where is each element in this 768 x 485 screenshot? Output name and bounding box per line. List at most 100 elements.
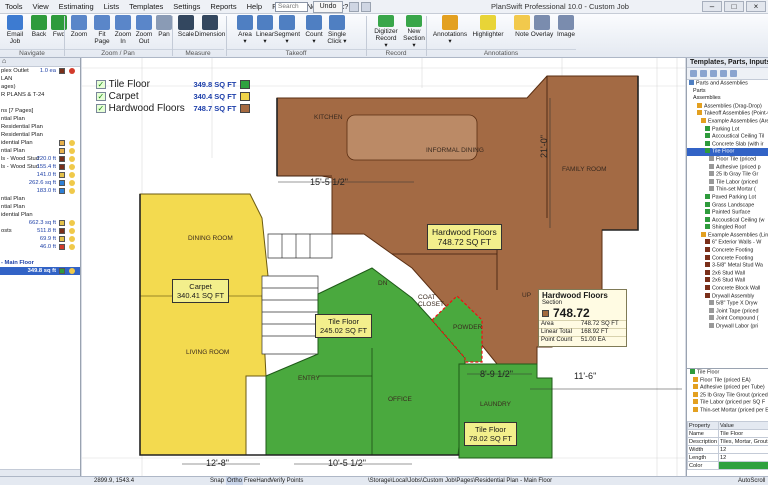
job-tree-item[interactable]: idential Plan [0, 139, 80, 147]
assembly-part-item[interactable]: Tile Floor [687, 369, 768, 377]
template-tree-item[interactable]: 2x6 Stud Wall [687, 277, 768, 285]
visibility-bulb-icon[interactable] [69, 188, 75, 194]
job-tree-item[interactable]: 69.9 ft [0, 235, 80, 243]
legend-checkbox[interactable]: ✓ [96, 79, 106, 89]
job-tree-item[interactable]: ls - Wood Stud 220.0 ft [0, 155, 80, 163]
template-tree-item[interactable]: Tile Floor [687, 148, 768, 156]
ribbon-button[interactable]: Annotations ▾ [433, 15, 467, 49]
visibility-bulb-icon[interactable] [69, 244, 75, 250]
job-tree-item[interactable]: 141.0 ft [0, 171, 80, 179]
job-tree-item[interactable]: ntial Plan [0, 147, 80, 155]
ribbon-button[interactable]: Highlighter [472, 15, 504, 49]
template-tree-item[interactable]: Painted Surface [687, 209, 768, 217]
job-tree-item[interactable]: ns [7 Pages] [0, 107, 80, 115]
job-tree-item[interactable]: LAN [0, 75, 80, 83]
visibility-bulb-icon[interactable] [69, 228, 75, 234]
assembly-part-item[interactable]: Tile Labor (priced per SQ F [687, 399, 768, 407]
job-tree-item[interactable]: 262.6 sq ft [0, 179, 80, 187]
job-tree-item[interactable]: ntial Plan [0, 195, 80, 203]
template-tree-item[interactable]: Floor Tile (priced [687, 155, 768, 164]
carpet-area[interactable] [139, 193, 269, 456]
job-tree-item[interactable]: 46.0 ft [0, 243, 80, 251]
template-tree-item[interactable]: Joint Tape (priced [687, 307, 768, 316]
template-tree-item[interactable]: Example Assemblies (Line [687, 231, 768, 240]
template-tree-item[interactable]: Accoustical Ceiling Til [687, 133, 768, 141]
visibility-bulb-icon[interactable] [69, 172, 75, 178]
menu-item[interactable]: Estimating [54, 2, 99, 11]
quantity-label-carpet[interactable]: Carpet 340.41 SQ FT [172, 279, 230, 303]
job-tree-item[interactable]: ntial Plan [0, 203, 80, 211]
template-tree-item[interactable]: Drywall Labor (pri [687, 323, 768, 331]
template-tree-item[interactable]: Tile Labor (priced [687, 178, 768, 187]
template-tree-item[interactable]: Assemblies (Drag-Drop) [687, 102, 768, 111]
menu-item[interactable]: Reports [205, 2, 241, 11]
menu-item[interactable]: Help [242, 2, 267, 11]
template-tree-item[interactable]: Parts and Assemblies [687, 80, 768, 88]
new-icon[interactable] [690, 70, 697, 77]
plan-canvas[interactable]: KITCHEN INFORMAL DINING FAMILY ROOM DINI… [82, 58, 685, 476]
verify-points-toggle[interactable]: Verify Points [270, 477, 303, 485]
visibility-bulb-icon[interactable] [69, 220, 75, 226]
quantity-label-tile-floor-laundry[interactable]: Tile Floor 78.02 SQ FT [464, 422, 517, 446]
template-tree-item[interactable]: Assemblies [687, 95, 768, 103]
refresh-icon[interactable] [730, 70, 737, 77]
template-tree-item[interactable]: 5/8" Type X Dryw [687, 300, 768, 308]
template-tree-item[interactable]: Concrete Slab (with ir [687, 140, 768, 149]
ribbon-button[interactable]: Count ▾ [302, 15, 326, 49]
job-tree-item[interactable]: Residential Plan [0, 131, 80, 139]
template-tree-item[interactable]: Concrete Footing [687, 247, 768, 255]
job-tree-item[interactable]: Residential Plan [0, 123, 80, 131]
menu-item[interactable]: Settings [168, 2, 205, 11]
template-tree-item[interactable]: Paved Parking Lot [687, 193, 768, 202]
ribbon-button[interactable]: Image [554, 15, 578, 49]
job-tree-item[interactable]: R PLANS & T-24 [0, 91, 80, 99]
visibility-bulb-icon[interactable] [69, 164, 75, 170]
job-tree-item[interactable]: 183.0 ft [0, 187, 80, 195]
visibility-bulb-icon[interactable] [69, 140, 75, 146]
template-tree-item[interactable]: Grass Landscape [687, 201, 768, 210]
template-tree-item[interactable]: 3-5/8" Metal Stud Wa [687, 262, 768, 270]
job-tree-item[interactable]: 662.3 sq ft [0, 219, 80, 227]
autoscroll-toggle[interactable]: AutoScroll [738, 477, 765, 485]
template-tree-item[interactable]: 2x6 Stud Wall [687, 269, 768, 278]
assembly-part-item[interactable]: Thin-set Mortar (priced per E [687, 406, 768, 415]
template-tree-item[interactable]: Parts [687, 88, 768, 96]
visibility-bulb-icon[interactable] [69, 68, 75, 74]
job-tree-item[interactable]: - Main Floor [0, 259, 80, 267]
property-value[interactable]: Tile Floor [717, 429, 768, 438]
template-tree-item[interactable]: Takeoff Assemblies (Point-Cl [687, 110, 768, 118]
quantity-label-tile-floor-main[interactable]: Tile Floor 245.02 SQ FT [315, 314, 373, 338]
ribbon-button[interactable]: New Section ▾ [402, 15, 426, 49]
menu-item[interactable]: Templates [124, 2, 168, 11]
job-tree-item[interactable] [0, 99, 80, 107]
menu-item[interactable]: Tools [0, 2, 28, 11]
job-tree-item[interactable]: ls - Wood Stud 155.4 ft [0, 163, 80, 171]
job-tree-item[interactable]: plex Outlet 1.0 ea [0, 67, 80, 75]
visibility-bulb-icon[interactable] [69, 148, 75, 154]
template-tree-item[interactable]: Parking Lot [687, 125, 768, 134]
job-tree-item[interactable]: 349.8 sq ft [0, 267, 80, 275]
legend-checkbox[interactable]: ✓ [96, 91, 106, 101]
quantity-label-hardwood[interactable]: Hardwood Floors 748.72 SQ FT [427, 224, 502, 250]
template-tree-item[interactable]: Shingled Roof [687, 224, 768, 232]
visibility-bulb-icon[interactable] [69, 268, 75, 274]
redo-icon[interactable] [349, 2, 359, 12]
visibility-bulb-icon[interactable] [69, 180, 75, 186]
property-value[interactable]: 12 [717, 453, 768, 462]
template-tree-item[interactable]: Adhesive (priced p [687, 163, 768, 172]
template-tree-item[interactable]: Concrete Block Wall [687, 285, 768, 293]
ribbon-button[interactable]: Dimension [195, 15, 225, 49]
ribbon-button[interactable]: Single Click ▾ [325, 15, 349, 49]
copy-icon[interactable] [700, 70, 707, 77]
template-tree-item[interactable]: Example Assemblies (Area [687, 117, 768, 126]
property-value[interactable] [717, 461, 768, 470]
save-icon[interactable] [361, 2, 371, 12]
ribbon-button[interactable]: Email Job [3, 15, 27, 49]
ribbon-button[interactable]: Segment ▾ [274, 15, 300, 49]
assembly-part-item[interactable]: Floor Tile (priced EA) [687, 376, 768, 385]
job-tree-item[interactable] [0, 251, 80, 259]
menu-item[interactable]: Lists [99, 2, 124, 11]
delete-icon[interactable] [720, 70, 727, 77]
maximize-button[interactable]: □ [724, 1, 744, 12]
ortho-toggle[interactable]: Ortho [226, 477, 244, 485]
